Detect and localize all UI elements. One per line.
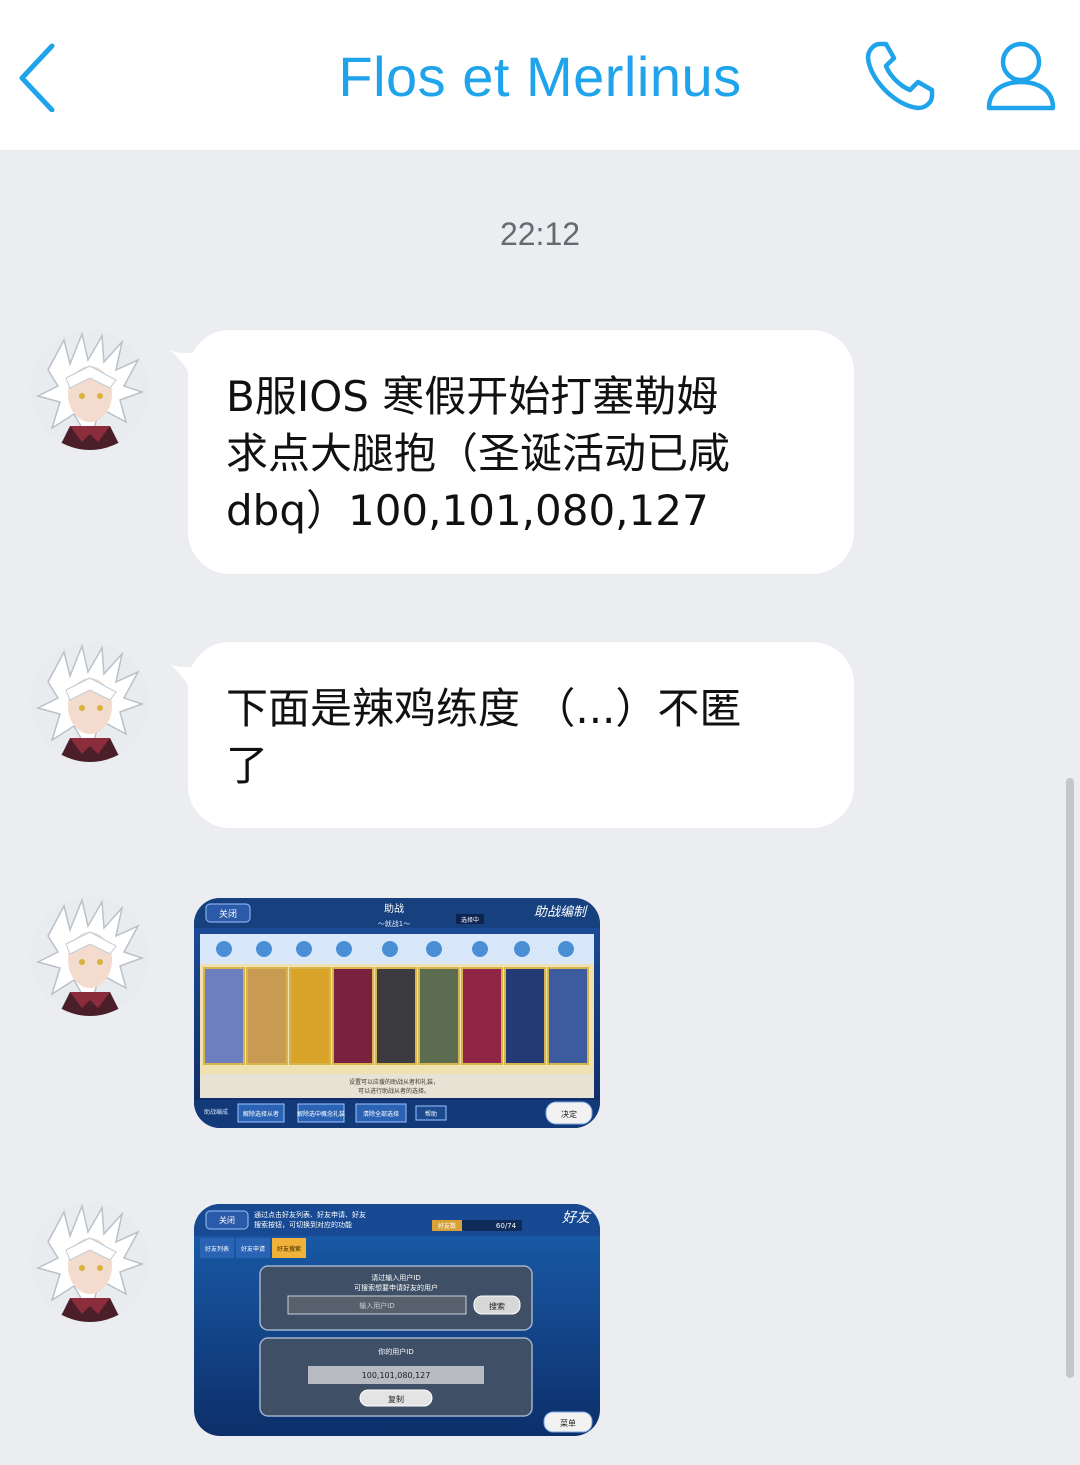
message-timestamp: 22:12 <box>499 216 581 252</box>
phone-icon <box>865 41 935 111</box>
game-subtitle: ～就战1～ <box>378 919 410 928</box>
search-hint: 可搜索想要申请好友的用户 <box>354 1283 438 1292</box>
svg-text:输入用户ID: 输入用户ID <box>359 1301 394 1310</box>
selected-badge: 选择中 <box>461 916 479 924</box>
svg-text:搜索: 搜索 <box>489 1301 505 1311</box>
image-message-friend-search[interactable]: 关闭 通过点击好友列表、好友申请、好友 搜索按钮，可切换到对应的功能 好友数 6… <box>194 1204 600 1436</box>
anime-avatar-icon <box>30 642 150 762</box>
svg-text:好友搜索: 好友搜索 <box>277 1245 301 1253</box>
svg-text:解除选择从者: 解除选择从者 <box>243 1110 279 1118</box>
svg-text:清除全部选择: 清除全部选择 <box>363 1110 399 1118</box>
avatar[interactable] <box>30 896 150 1016</box>
game-right-title: 好友 <box>562 1210 592 1226</box>
svg-text:复制: 复制 <box>388 1394 404 1404</box>
left-label: 助战编成 <box>204 1108 228 1116</box>
text-message-bubble[interactable]: B服IOS 寒假开始打塞勒姆 求点大腿抱（圣诞活动已咸 dbq）100,101,… <box>188 330 854 574</box>
svg-text:好友申请: 好友申请 <box>241 1245 265 1253</box>
friend-count-label: 好友数 <box>438 1222 456 1230</box>
svg-text:决定: 决定 <box>561 1109 577 1119</box>
notice-line: 可以进行助战从者的选择。 <box>358 1087 430 1095</box>
anime-avatar-icon <box>30 1202 150 1322</box>
svg-text:解除选中概念礼装: 解除选中概念礼装 <box>297 1110 345 1118</box>
text-message-bubble[interactable]: 下面是辣鸡练度 （...）不匿 了 <box>188 642 854 828</box>
avatar[interactable] <box>30 1202 150 1322</box>
scrollbar[interactable] <box>1066 778 1074 1378</box>
call-button[interactable] <box>860 36 940 116</box>
profile-button[interactable] <box>984 36 1058 114</box>
person-icon <box>986 41 1056 111</box>
message-line: dbq）100,101,080,127 <box>226 486 709 535</box>
close-label: 关闭 <box>219 908 237 920</box>
hint-line: 通过点击好友列表、好友申请、好友 <box>254 1210 366 1219</box>
servant-cards[interactable] <box>203 967 589 1065</box>
game-right-title: 助战编制 <box>534 905 588 920</box>
svg-text:好友列表: 好友列表 <box>205 1245 229 1253</box>
image-message-support-formation[interactable]: 关闭 助战 ～就战1～ 选择中 助战编制 设置可以应援的助战从者和礼装， 可以进… <box>194 898 600 1128</box>
your-id-label: 你的用户ID <box>378 1347 413 1356</box>
svg-text:关闭: 关闭 <box>219 1215 235 1225</box>
avatar[interactable] <box>30 330 150 450</box>
svg-text:菜单: 菜单 <box>560 1418 576 1428</box>
message-line: 了 <box>226 741 269 790</box>
game-title: 助战 <box>384 902 404 915</box>
your-id-value: 100,101,080,127 <box>362 1371 431 1380</box>
message-line: 下面是辣鸡练度 （...）不匿 <box>226 684 742 733</box>
message-line: 求点大腿抱（圣诞活动已咸 <box>226 429 731 478</box>
message-line: B服IOS 寒假开始打塞勒姆 <box>226 372 719 421</box>
chat-header: Flos et Merlinus <box>0 0 1080 150</box>
anime-avatar-icon <box>30 896 150 1016</box>
friend-count: 60/74 <box>496 1222 517 1230</box>
notice-line: 设置可以应援的助战从者和礼装， <box>349 1078 439 1086</box>
hint-line: 搜索按钮，可切换到对应的功能 <box>254 1220 352 1229</box>
anime-avatar-icon <box>30 330 150 450</box>
avatar[interactable] <box>30 642 150 762</box>
search-hint: 请过输入用户ID <box>371 1273 420 1282</box>
svg-text:帮助: 帮助 <box>425 1110 437 1118</box>
